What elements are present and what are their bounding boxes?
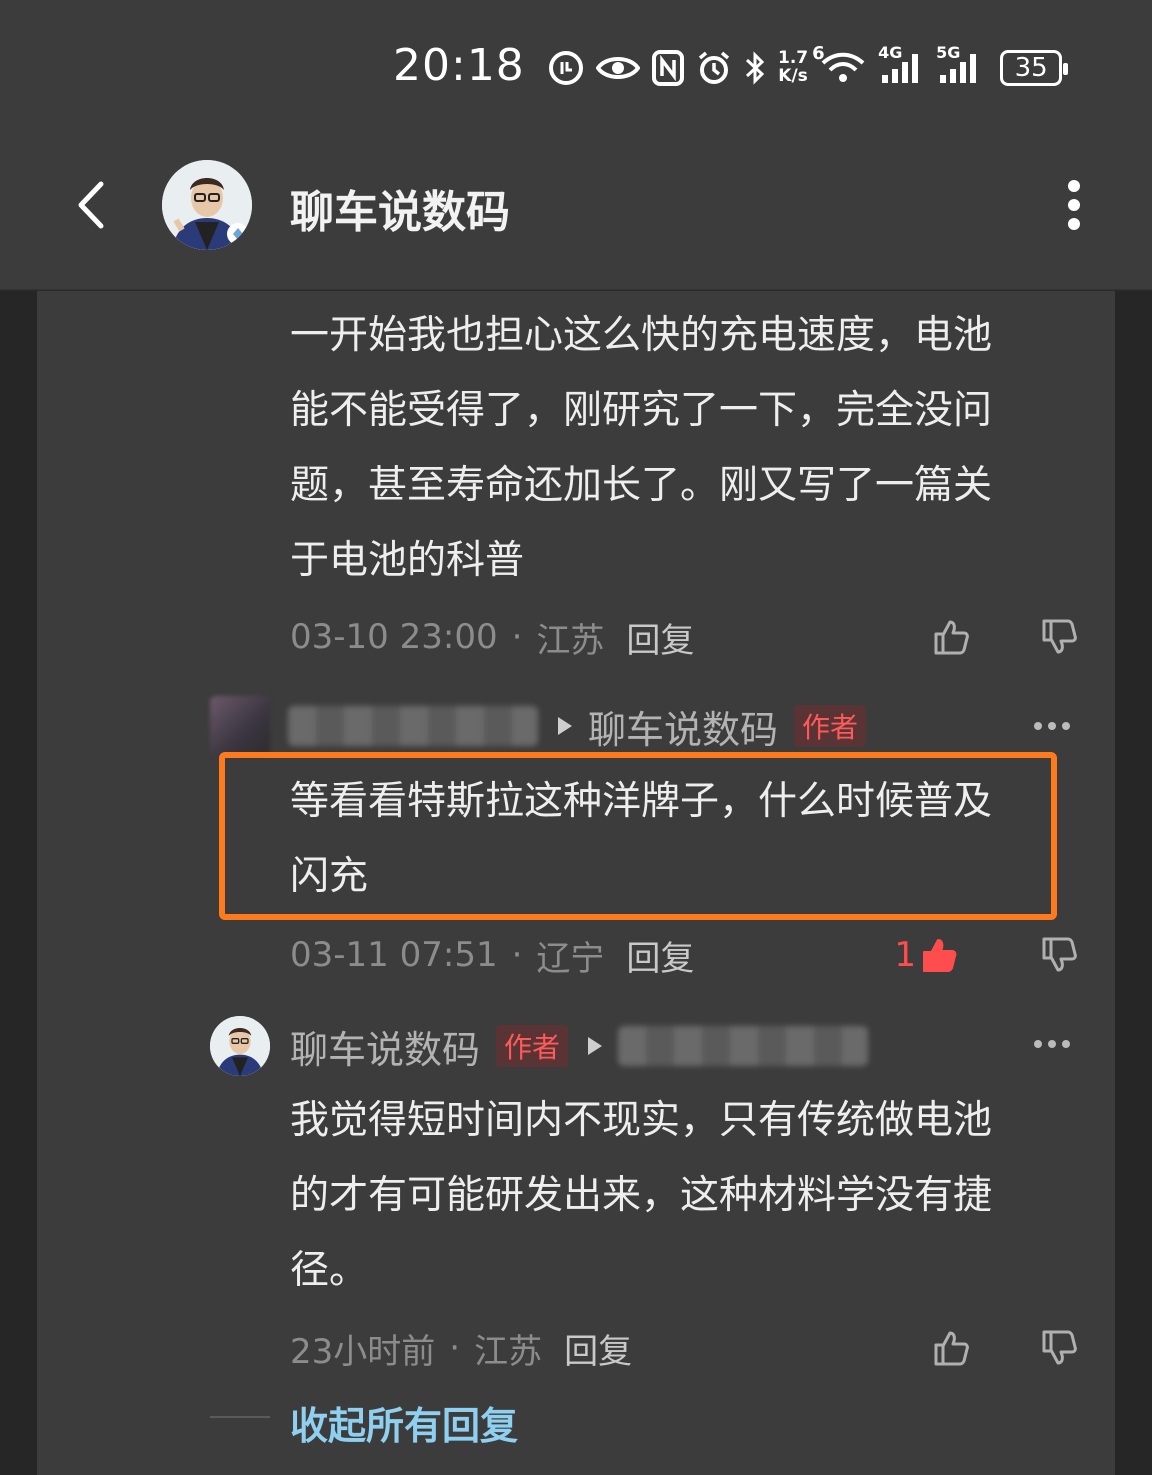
comment-more-button[interactable] [1030, 704, 1074, 748]
thumbs-down-icon [1042, 619, 1077, 654]
reply-button[interactable]: 回复 [626, 613, 694, 662]
blurred-username[interactable] [618, 1026, 869, 1066]
comment-time: 23小时前 [290, 1331, 436, 1372]
thumbs-up-icon [934, 620, 969, 655]
meta-separator: · [511, 617, 523, 657]
avatar[interactable] [162, 160, 252, 250]
dislike-button[interactable] [1036, 615, 1082, 659]
speed-icon: 1.7 K/s [778, 48, 809, 86]
dislike-button[interactable] [1036, 933, 1082, 977]
thumbs-down-icon [1042, 1330, 1077, 1365]
comment-location: 江苏 [536, 620, 605, 661]
comment-location: 江苏 [474, 1331, 543, 1372]
signal-4g-icon: 4G [878, 45, 924, 85]
thumbs-up-filled-icon [923, 939, 957, 972]
like-button[interactable] [900, 615, 970, 659]
like-count: 1 [894, 935, 916, 975]
author-badge: 作者 [794, 705, 867, 747]
wifi-icon: 6 [812, 45, 866, 85]
status-bar: 20:18 1.7 K/s 6 4G 5G 35 [0, 0, 1152, 130]
dot-icon [1034, 1040, 1042, 1048]
header: 聊车说数码 [0, 130, 1152, 290]
dot-icon [1034, 722, 1042, 730]
author-badge: 作者 [496, 1025, 569, 1067]
signal-5g-label: 5G [936, 43, 961, 62]
eye-icon [596, 53, 640, 83]
dot-icon [1062, 722, 1070, 730]
meta-separator: · [511, 935, 523, 975]
reply-button[interactable]: 回复 [626, 931, 694, 980]
wifi-label: 6 [812, 43, 825, 64]
signal-5g-icon: 5G [936, 45, 982, 85]
like-button[interactable]: 1 [894, 933, 958, 977]
reply-arrow-icon [588, 1037, 603, 1055]
status-time: 20:18 [393, 40, 525, 91]
comment-meta: 03-10 23:00 · 江苏 回复 [290, 613, 694, 662]
meta-separator: · [449, 1328, 461, 1368]
status-icons: 1.7 K/s 6 4G 5G 35 [548, 45, 1069, 90]
dislike-button[interactable] [1036, 1326, 1082, 1370]
dot-icon [1062, 1040, 1070, 1048]
reply-arrow-icon [558, 717, 572, 735]
reply-button[interactable]: 回复 [564, 1324, 632, 1373]
comment-time: 03-10 23:00 [290, 617, 498, 657]
divider [210, 1416, 270, 1418]
highlight-box [219, 752, 1057, 920]
more-options-button[interactable] [1050, 175, 1098, 235]
page-title: 聊车说数码 [290, 187, 510, 238]
back-button[interactable] [60, 175, 120, 235]
avatar[interactable] [210, 1016, 270, 1076]
dot-icon [1048, 722, 1056, 730]
blurred-username[interactable] [288, 706, 538, 746]
comment-meta: 23小时前 · 江苏 回复 [290, 1324, 632, 1373]
more-vertical-icon [1068, 180, 1080, 230]
comment-text: 一开始我也担心这么快的充电速度，电池能不能受得了，刚研究了一下，完全没问题，甚至… [290, 313, 993, 583]
dot-icon [1048, 1040, 1056, 1048]
tiktok-icon [548, 50, 584, 86]
comment-more-button[interactable] [1030, 1022, 1074, 1066]
nfc-icon [652, 50, 684, 86]
signal-4g-label: 4G [878, 43, 903, 62]
like-button[interactable] [900, 1326, 970, 1370]
backdrop-left [0, 291, 37, 1475]
bluetooth-icon [744, 50, 766, 86]
reply-header: 聊车说数码 作者 [210, 1014, 869, 1078]
battery-icon: 35 [1000, 50, 1069, 86]
reply-header: 聊车说数码 作者 [210, 694, 867, 758]
collapse-replies-button[interactable]: 收起所有回复 [290, 1395, 518, 1450]
reply-to-name[interactable]: 聊车说数码 [588, 699, 778, 754]
backdrop-right [1115, 291, 1152, 1475]
author-name[interactable]: 聊车说数码 [290, 1019, 480, 1074]
comment-meta: 03-11 07:51 · 辽宁 回复 [290, 931, 694, 980]
thumbs-up-icon [934, 1331, 969, 1366]
chevron-left-icon [78, 181, 104, 229]
comment-location: 辽宁 [536, 938, 605, 979]
comment-time: 03-11 07:51 [290, 935, 498, 975]
thumbs-down-icon [1042, 937, 1077, 972]
alarm-icon [696, 50, 732, 86]
comment-text: 我觉得短时间内不现实，只有传统做电池的才有可能研发出来，这种材料学没有捷径。 [290, 1098, 993, 1293]
blurred-avatar[interactable] [210, 696, 270, 756]
